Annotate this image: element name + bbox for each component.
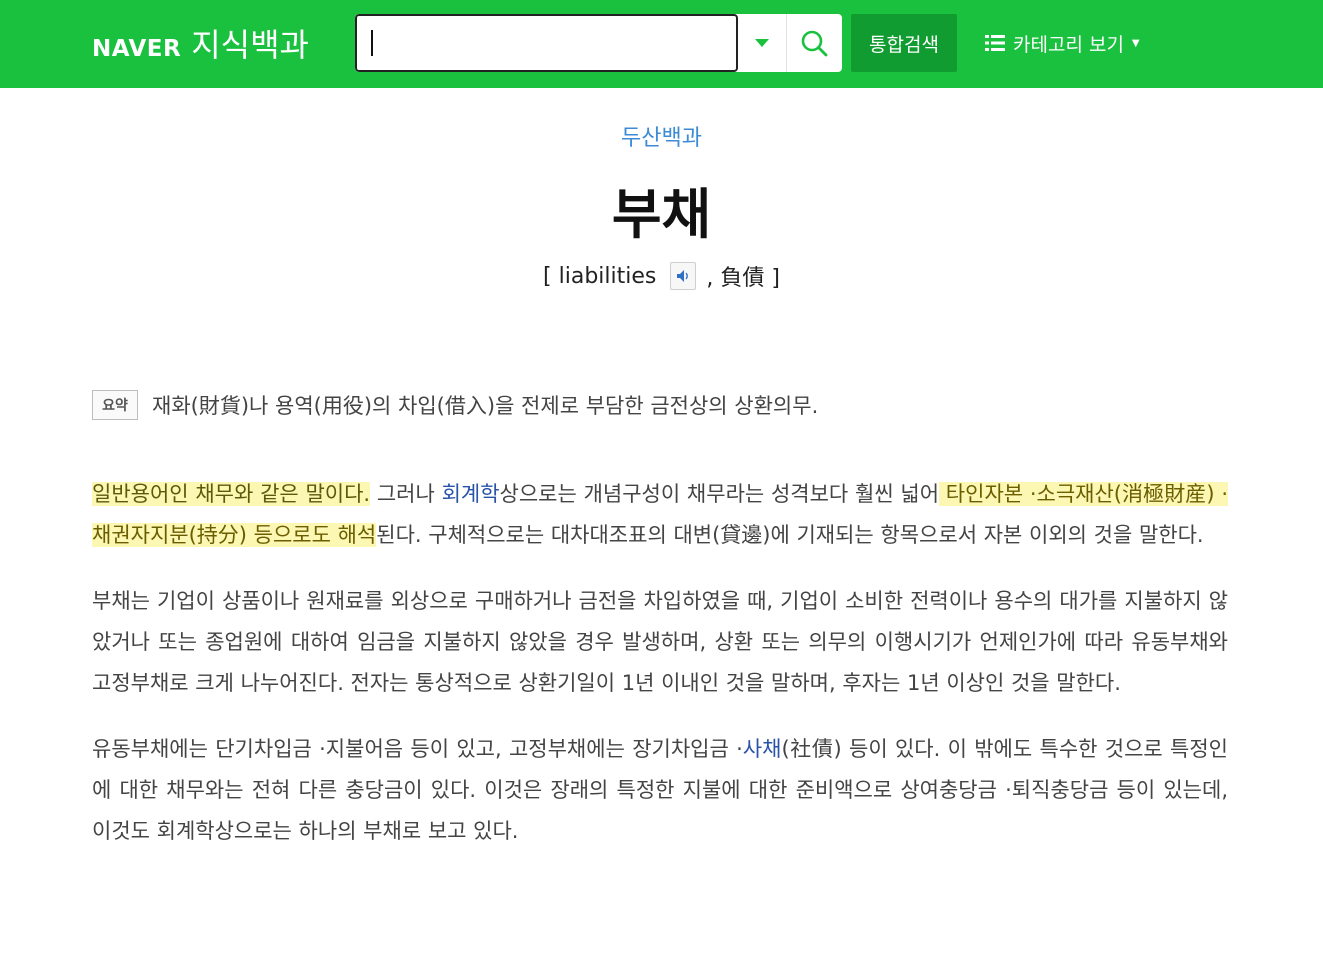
text: 유동부채에는 단기차입금 ·지불어음 등이 있고, 고정부채에는 장기차입금 · bbox=[92, 737, 743, 761]
summary: 요약 재화(財貨)나 용역(用役)의 차입(借入)을 전제로 부담한 금전상의 … bbox=[92, 390, 818, 420]
text: 된다. 구체적으로는 대차대조표의 대변(貸邊)에 기재되는 항목으로서 자본 … bbox=[376, 523, 1204, 547]
search-input[interactable] bbox=[372, 30, 736, 56]
page-title: 부채 bbox=[611, 183, 712, 246]
list-icon bbox=[985, 35, 1005, 51]
search-options-dropdown[interactable] bbox=[738, 14, 786, 72]
category-label: 카테고리 보기 bbox=[1013, 33, 1124, 56]
top-header: NAVER 지식백과 통합검색 카테고리 보기 ▼ bbox=[0, 0, 1323, 88]
speaker-icon bbox=[677, 270, 689, 282]
total-search-button[interactable]: 통합검색 bbox=[851, 14, 957, 72]
link-accounting[interactable]: 회계학 bbox=[442, 482, 500, 506]
paragraph-3: 유동부채에는 단기차입금 ·지불어음 등이 있고, 고정부채에는 장기차입금 ·… bbox=[92, 729, 1228, 852]
naver-logo[interactable]: NAVER bbox=[92, 36, 181, 62]
text: 그러나 bbox=[370, 482, 442, 506]
english-term: [ liabilities bbox=[543, 263, 657, 289]
search-icon bbox=[801, 30, 828, 57]
summary-badge: 요약 bbox=[92, 390, 138, 420]
source-link[interactable]: 두산백과 bbox=[0, 120, 1323, 152]
paragraph-1: 일반용어인 채무와 같은 말이다. 그러나 회계학상으로는 개념구성이 채무라는… bbox=[92, 474, 1228, 556]
article-body: 일반용어인 채무와 같은 말이다. 그러나 회계학상으로는 개념구성이 채무라는… bbox=[92, 474, 1228, 877]
paragraph-2: 부채는 기업이 상품이나 원재료를 외상으로 구매하거나 금전을 차입하였을 때… bbox=[92, 589, 1228, 695]
search-box bbox=[355, 14, 842, 72]
chevron-down-icon bbox=[755, 39, 769, 47]
caret-down-icon: ▼ bbox=[1131, 37, 1140, 49]
pronunciation-button[interactable] bbox=[670, 262, 697, 290]
search-field-wrapper[interactable] bbox=[355, 14, 738, 72]
subtitle: [ liabilities , 負債 ] bbox=[0, 260, 1323, 292]
service-name[interactable]: 지식백과 bbox=[191, 20, 309, 66]
summary-text: 재화(財貨)나 용역(用役)의 차입(借入)을 전제로 부담한 금전상의 상환의… bbox=[152, 394, 819, 418]
text: 상으로는 개념구성이 채무라는 성격보다 훨씬 넓어 bbox=[499, 482, 940, 506]
category-menu-button[interactable]: 카테고리 보기 ▼ bbox=[985, 14, 1140, 72]
search-button[interactable] bbox=[786, 14, 841, 72]
logo[interactable]: NAVER 지식백과 bbox=[92, 20, 309, 66]
link-bond[interactable]: 사채 bbox=[743, 737, 782, 761]
hanja-term: , 負債 ] bbox=[706, 266, 780, 291]
highlight-1: 일반용어인 채무와 같은 말이다. bbox=[92, 482, 371, 506]
